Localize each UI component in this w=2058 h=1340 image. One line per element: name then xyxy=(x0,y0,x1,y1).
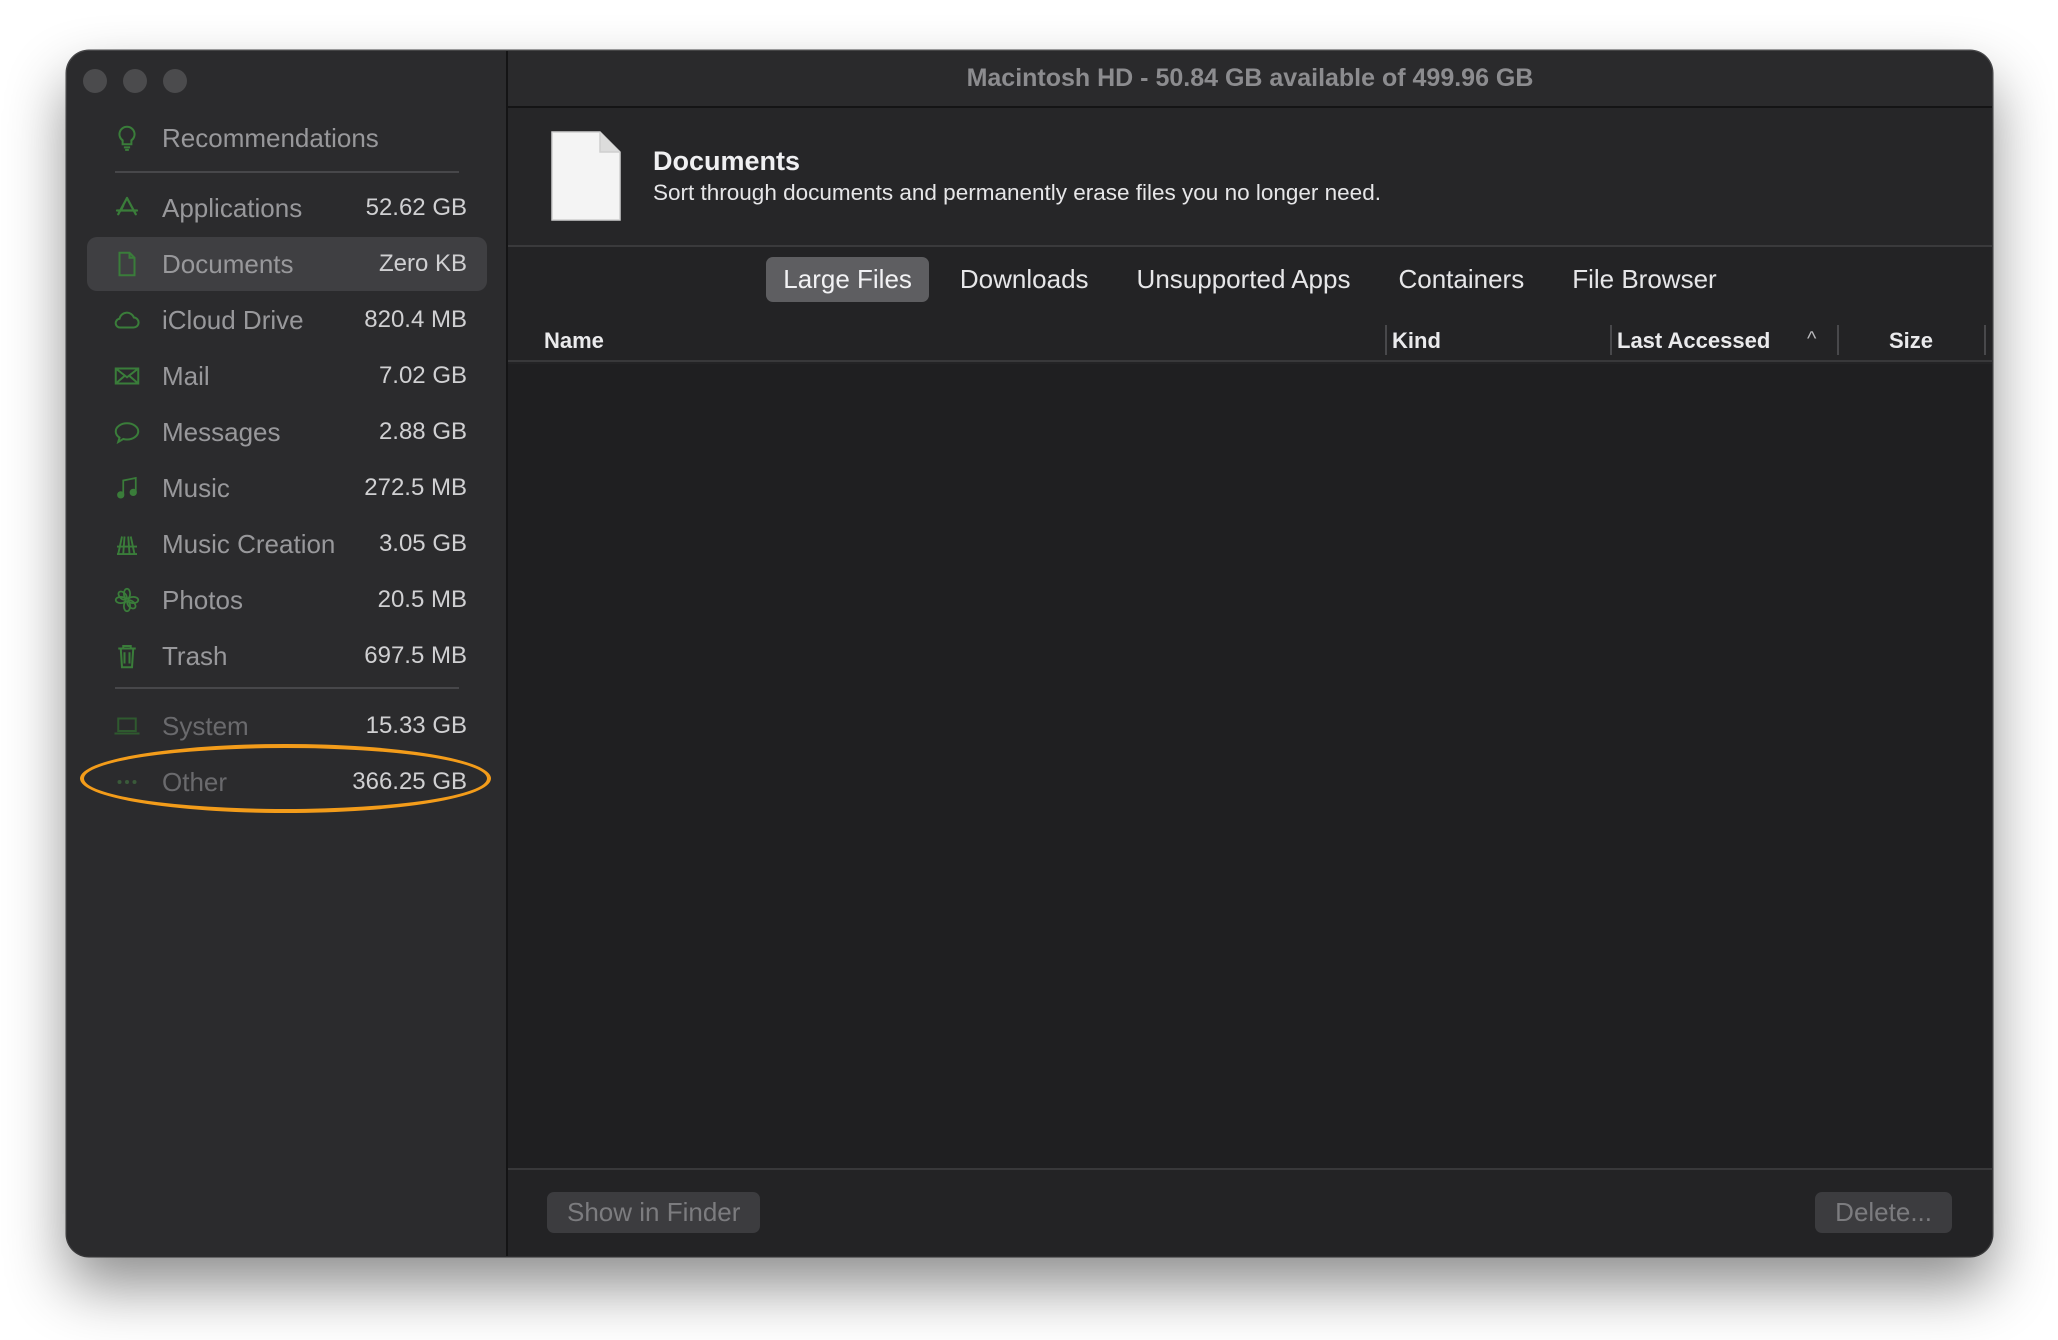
lightbulb-icon xyxy=(109,120,145,156)
footer-bar: Show in Finder Delete... xyxy=(508,1168,1992,1256)
divider xyxy=(115,687,459,689)
sidebar-item-trash[interactable]: Trash 697.5 MB xyxy=(87,629,487,683)
column-separator[interactable] xyxy=(1610,325,1612,355)
sidebar-item-size: 3.05 GB xyxy=(378,530,467,557)
tab-file-browser[interactable]: File Browser xyxy=(1555,257,1733,302)
sidebar-item-photos[interactable]: Photos 20.5 MB xyxy=(87,573,487,627)
close-button[interactable] xyxy=(83,69,107,93)
column-name[interactable]: Name xyxy=(544,328,604,354)
sidebar-item-music-creation[interactable]: Music Creation 3.05 GB xyxy=(87,517,487,571)
category-title: Documents xyxy=(653,146,801,176)
sidebar-item-size: Zero KB xyxy=(378,250,467,277)
file-list[interactable] xyxy=(508,364,1992,1168)
tab-containers[interactable]: Containers xyxy=(1381,257,1541,302)
envelope-icon xyxy=(109,358,145,394)
sidebar-item-label: iCloud Drive xyxy=(162,304,304,335)
sidebar-item-label: Music xyxy=(162,472,230,503)
laptop-icon xyxy=(109,708,145,744)
sidebar-item-label: Mail xyxy=(162,360,210,391)
sidebar-item-size: 820.4 MB xyxy=(364,306,467,333)
column-separator[interactable] xyxy=(1984,325,1986,355)
sidebar-item-label: Music Creation xyxy=(162,528,336,559)
storage-management-window: Recommendations Applications 52.62 GB Do… xyxy=(67,51,1992,1256)
column-size[interactable]: Size xyxy=(1889,328,1933,354)
tab-unsupported-apps[interactable]: Unsupported Apps xyxy=(1120,257,1368,302)
sidebar-item-size: 20.5 MB xyxy=(377,586,467,613)
guitar-icon xyxy=(109,526,145,562)
sidebar-item-label: Recommendations xyxy=(162,122,379,153)
column-separator[interactable] xyxy=(1385,325,1387,355)
column-separator[interactable] xyxy=(1837,325,1839,355)
sidebar-item-size: 7.02 GB xyxy=(378,362,467,389)
sidebar-item-mail[interactable]: Mail 7.02 GB xyxy=(87,349,487,403)
minimize-button[interactable] xyxy=(123,69,147,93)
highlight-annotation-ellipse xyxy=(80,744,491,813)
photos-flower-icon xyxy=(109,582,145,618)
sidebar-item-size: 52.62 GB xyxy=(365,194,467,221)
window-title: Macintosh HD - 50.84 GB available of 499… xyxy=(508,51,1992,108)
column-last-accessed[interactable]: Last Accessed xyxy=(1617,328,1770,354)
trash-icon xyxy=(109,638,145,674)
sidebar-item-messages[interactable]: Messages 2.88 GB xyxy=(87,405,487,459)
column-kind[interactable]: Kind xyxy=(1392,328,1441,354)
sidebar-item-applications[interactable]: Applications 52.62 GB xyxy=(87,181,487,235)
tab-downloads[interactable]: Downloads xyxy=(943,257,1106,302)
sidebar-item-label: Applications xyxy=(162,192,303,223)
show-in-finder-button[interactable]: Show in Finder xyxy=(547,1192,761,1233)
sidebar-item-label: System xyxy=(162,710,249,741)
sidebar-item-size: 272.5 MB xyxy=(364,474,467,501)
sidebar-item-label: Messages xyxy=(162,416,281,447)
sidebar: Recommendations Applications 52.62 GB Do… xyxy=(67,51,508,1256)
zoom-button[interactable] xyxy=(163,69,187,93)
sidebar-item-label: Trash xyxy=(162,640,228,671)
sidebar-item-size: 15.33 GB xyxy=(365,712,467,739)
sidebar-item-size: 697.5 MB xyxy=(364,642,467,669)
speech-bubble-icon xyxy=(109,414,145,450)
cloud-icon xyxy=(109,302,145,338)
sidebar-item-recommendations[interactable]: Recommendations xyxy=(87,111,487,165)
sidebar-item-label: Photos xyxy=(162,584,243,615)
category-header: Documents Sort through documents and per… xyxy=(508,108,1992,247)
table-header: Name Kind Last Accessed ^ Size xyxy=(508,320,1992,362)
app-store-icon xyxy=(109,190,145,226)
sidebar-item-icloud-drive[interactable]: iCloud Drive 820.4 MB xyxy=(87,293,487,347)
sidebar-item-documents[interactable]: Documents Zero KB xyxy=(87,237,487,291)
main-pane: Macintosh HD - 50.84 GB available of 499… xyxy=(508,51,1992,1256)
sidebar-item-size: 2.88 GB xyxy=(378,418,467,445)
sort-ascending-icon[interactable]: ^ xyxy=(1807,328,1816,351)
window-controls xyxy=(83,69,187,93)
sidebar-item-music[interactable]: Music 272.5 MB xyxy=(87,461,487,515)
document-icon xyxy=(109,246,145,282)
document-large-icon xyxy=(551,131,621,221)
sidebar-item-label: Documents xyxy=(162,248,294,279)
divider xyxy=(115,171,459,173)
category-description: Sort through documents and permanently e… xyxy=(653,180,1381,205)
tab-large-files[interactable]: Large Files xyxy=(766,257,929,302)
delete-button[interactable]: Delete... xyxy=(1815,1192,1952,1233)
music-note-icon xyxy=(109,470,145,506)
tab-bar: Large Files Downloads Unsupported Apps C… xyxy=(508,257,1992,302)
